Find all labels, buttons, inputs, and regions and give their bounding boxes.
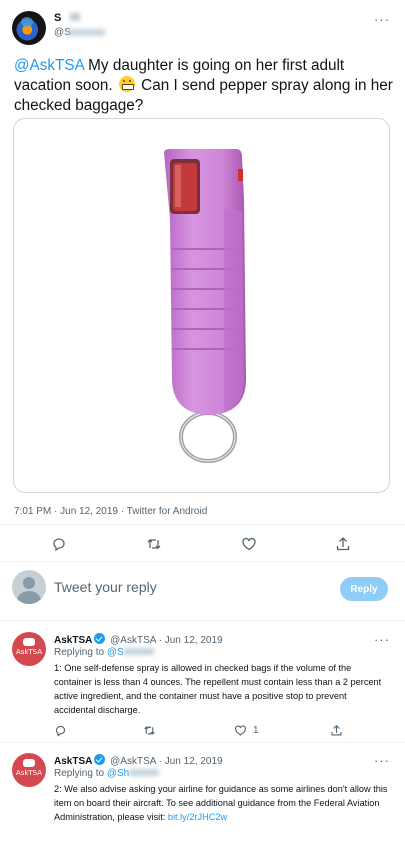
reply-author-name[interactable]: AskTSA [54, 635, 92, 646]
more-options-icon[interactable]: ··· [374, 753, 390, 768]
avatar-label: AskTSA [15, 769, 43, 777]
replying-to-label: Replying to [54, 647, 105, 658]
reply-icon[interactable] [54, 722, 67, 738]
replying-to-label: Replying to [54, 768, 105, 779]
reply-text: 2: We also advise asking your airline fo… [54, 782, 389, 824]
speech-bubble-icon [23, 759, 35, 767]
more-options-icon[interactable]: ··· [374, 632, 390, 647]
divider [0, 620, 405, 621]
tweet-text: @AskTSA My daughter is going on her firs… [14, 56, 394, 116]
verified-badge-icon [94, 633, 106, 644]
reply-author-handle[interactable]: @AskTSA [110, 635, 156, 646]
replying-to: Replying to @Sh [54, 768, 160, 779]
tweet-media-image[interactable] [13, 118, 390, 493]
divider [0, 524, 405, 525]
reply-text: 1: One self-defense spray is allowed in … [54, 663, 382, 715]
reply-author-handle[interactable]: @AskTSA [110, 756, 156, 767]
like-count: 1 [253, 724, 259, 736]
reply-actions: 1 [0, 722, 405, 738]
more-options-icon[interactable]: ··· [374, 12, 390, 27]
reply-button[interactable]: Reply [340, 577, 388, 601]
asktsa-avatar[interactable]: AskTSA [12, 753, 46, 787]
like-button[interactable]: 1 [234, 722, 259, 738]
reply-tweet[interactable]: AskTSA AskTSA @AskTSA · Jun 12, 2019 ···… [0, 745, 405, 857]
author-name[interactable]: S [54, 12, 61, 24]
speech-bubble-icon [23, 638, 35, 646]
redaction-blur [70, 13, 80, 21]
author-avatar[interactable] [12, 11, 46, 45]
tweet-timestamp[interactable]: 7:01 PM · Jun 12, 2019 · Twitter for And… [14, 506, 207, 517]
tweet-actions [0, 533, 405, 555]
reply-date[interactable]: · Jun 12, 2019 [159, 756, 223, 767]
reply-header: AskTSA @AskTSA · Jun 12, 2019 [54, 754, 223, 767]
mention-link[interactable]: @AskTSA [14, 57, 84, 74]
redaction-blur [123, 648, 154, 655]
like-icon[interactable] [238, 533, 260, 555]
reply-icon[interactable] [48, 533, 70, 555]
reply-composer: Tweet your reply Reply [0, 565, 405, 615]
divider [0, 742, 405, 743]
replying-to-handle[interactable]: @Sh [107, 768, 129, 779]
replying-to-handle[interactable]: @S [107, 647, 124, 658]
verified-badge-icon [94, 754, 106, 765]
reply-tweet[interactable]: AskTSA AskTSA @AskTSA · Jun 12, 2019 ···… [0, 624, 405, 740]
reply-input[interactable]: Tweet your reply [54, 579, 157, 595]
redaction-blur [129, 769, 160, 776]
retweet-icon[interactable] [143, 533, 165, 555]
redaction-blur [67, 29, 105, 36]
user-avatar [12, 570, 46, 604]
share-icon[interactable] [332, 533, 354, 555]
share-icon[interactable] [330, 722, 343, 738]
main-tweet: S @S ··· @AskTSA My daughter is going on… [0, 0, 405, 555]
reply-link[interactable]: bit.ly/2rJHC2w [168, 812, 227, 822]
reply-author-name[interactable]: AskTSA [54, 756, 92, 767]
avatar-label: AskTSA [15, 648, 43, 656]
grimacing-face-emoji-icon [118, 76, 135, 92]
replying-to: Replying to @S [54, 647, 154, 658]
reply-header: AskTSA @AskTSA · Jun 12, 2019 [54, 633, 223, 646]
asktsa-avatar[interactable]: AskTSA [12, 632, 46, 666]
retweet-icon[interactable] [143, 722, 156, 738]
like-icon [235, 724, 246, 736]
reply-date[interactable]: · Jun 12, 2019 [159, 635, 223, 646]
pepper-spray-image [164, 149, 246, 463]
divider [0, 561, 405, 562]
